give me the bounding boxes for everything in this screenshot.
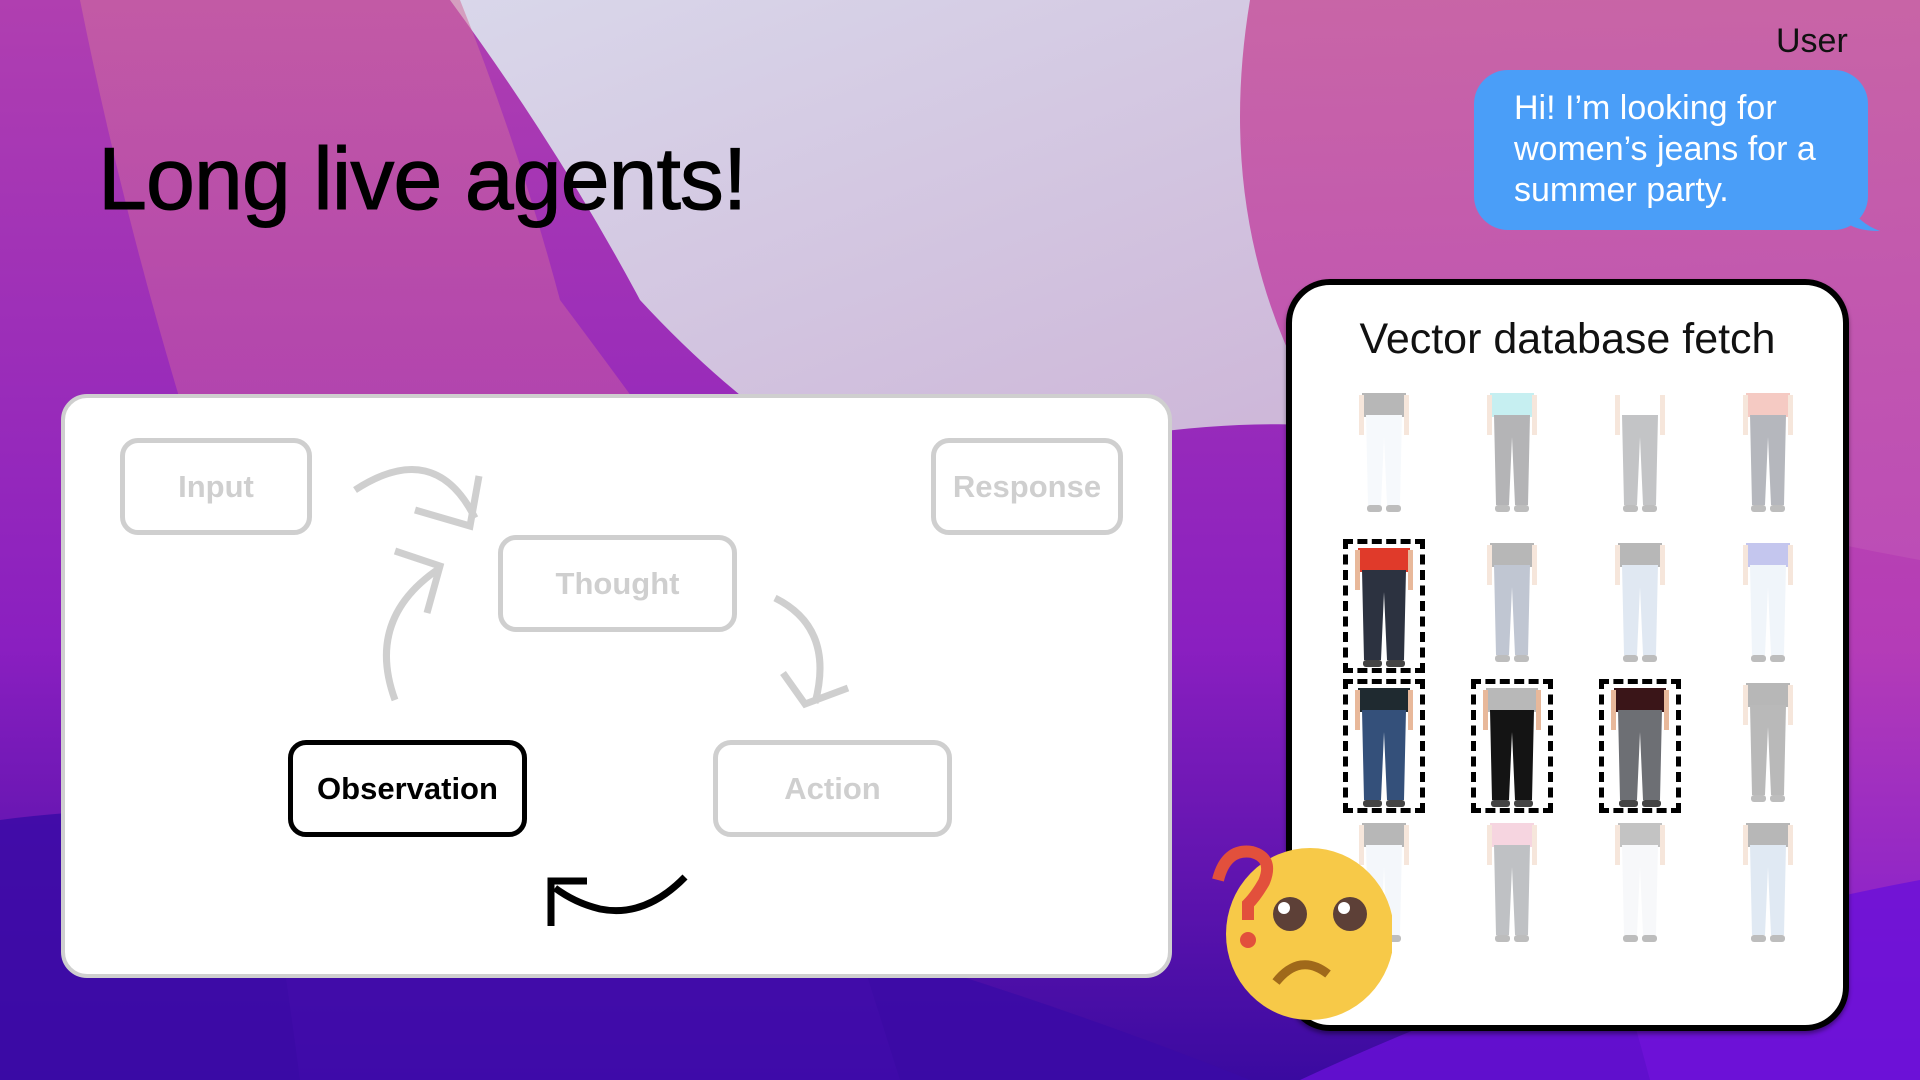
arrow-thought-to-action-icon [773, 594, 824, 704]
node-action-label: Action [784, 770, 881, 806]
jeans-photo-icon [1615, 393, 1665, 512]
arrow-thought-to-action-head-icon [780, 670, 850, 709]
vector-db-title: Vector database fetch [1359, 315, 1776, 363]
jeans-photo-icon [1355, 688, 1413, 807]
node-response-label: Response [952, 468, 1102, 504]
loop-arrow-icon [552, 874, 688, 915]
result-item [1599, 819, 1681, 953]
result-item [1599, 539, 1681, 673]
result-item-selected [1471, 679, 1553, 813]
result-item [1727, 819, 1809, 953]
jeans-photo-icon [1611, 688, 1669, 807]
slide-title: Long live agents! [97, 129, 747, 229]
bubble-tail-icon [1850, 205, 1880, 231]
node-action: Action [713, 740, 952, 837]
result-item-selected [1343, 679, 1425, 813]
chat-message-bubble: Hi! I’m looking for women’s jeans for a … [1474, 70, 1868, 230]
jeans-photo-icon [1487, 393, 1537, 512]
result-item [1471, 389, 1553, 523]
node-response: Response [931, 438, 1123, 535]
node-thought: Thought [498, 535, 737, 632]
chat-sender-label: User [1776, 22, 1848, 60]
node-input: Input [120, 438, 312, 535]
jeans-photo-icon [1615, 543, 1665, 662]
result-item [1471, 539, 1553, 673]
jeans-photo-icon [1355, 548, 1413, 667]
arrow-input-to-thought-head-icon [414, 475, 483, 531]
result-item [1343, 389, 1425, 523]
arrow-input-to-thought-icon [353, 466, 479, 520]
result-item [1727, 539, 1809, 673]
result-item [1471, 819, 1553, 953]
jeans-photo-icon [1483, 688, 1541, 807]
arrow-observation-to-thought-icon [382, 565, 442, 702]
arrow-observation-to-thought-head-icon [393, 547, 445, 614]
node-input-label: Input [178, 468, 254, 504]
result-item [1599, 389, 1681, 523]
jeans-photo-icon [1487, 543, 1537, 662]
node-thought-label: Thought [555, 565, 680, 601]
result-item-selected [1599, 679, 1681, 813]
jeans-photo-icon [1359, 393, 1409, 512]
chat-message-text: Hi! I’m looking for women’s jeans for a … [1514, 89, 1816, 209]
result-item-selected [1343, 539, 1425, 673]
result-item [1727, 389, 1809, 523]
loop-arrow-head-icon [547, 877, 587, 926]
confused-face-question-icon [1212, 845, 1392, 1020]
jeans-photo-icon [1487, 823, 1537, 942]
jeans-photo-icon [1615, 823, 1665, 942]
node-observation-label: Observation [317, 770, 498, 806]
node-observation: Observation [288, 740, 527, 837]
agent-loop-diagram: Input Thought Response Observation Actio… [61, 394, 1172, 978]
jeans-photo-icon [1743, 823, 1793, 942]
jeans-photo-icon [1743, 393, 1793, 512]
result-item [1727, 679, 1809, 813]
jeans-photo-icon [1743, 543, 1793, 662]
jeans-photo-icon [1743, 683, 1793, 802]
